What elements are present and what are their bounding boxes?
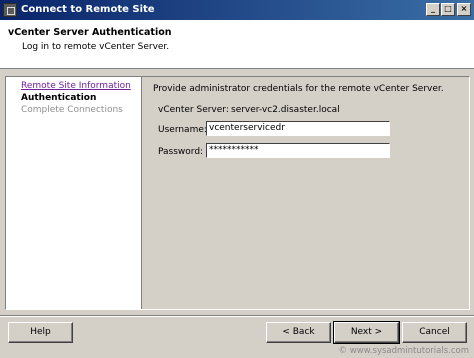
- maximize-button[interactable]: □: [441, 3, 455, 16]
- vcenter-server-label: vCenter Server:: [158, 105, 229, 115]
- instructions-text: Provide administrator credentials for th…: [153, 84, 444, 94]
- button-bar-divider: [0, 315, 474, 317]
- page-subtitle: Log in to remote vCenter Server.: [22, 42, 170, 52]
- password-label: Password:: [158, 147, 204, 157]
- vmware-app-icon: [3, 3, 17, 17]
- username-field[interactable]: vcenterservicedr: [206, 121, 390, 136]
- username-label: Username:: [158, 125, 207, 135]
- minimize-button[interactable]: _: [426, 3, 440, 16]
- watermark: © www.sysadmintutorials.com: [338, 346, 469, 356]
- nav-step-complete-connections: Complete Connections: [21, 105, 123, 115]
- next-button[interactable]: Next >: [333, 321, 400, 344]
- content-frame: Remote Site Information Authentication C…: [5, 76, 470, 310]
- wizard-steps-nav: Remote Site Information Authentication C…: [6, 77, 142, 309]
- back-button[interactable]: < Back: [266, 322, 331, 343]
- password-field[interactable]: ***********: [206, 143, 390, 158]
- cancel-button[interactable]: Cancel: [402, 322, 467, 343]
- vcenter-server-value: server-vc2.disaster.local: [231, 105, 340, 115]
- page-title: vCenter Server Authentication: [8, 27, 172, 38]
- window-title: Connect to Remote Site: [21, 4, 155, 15]
- connect-remote-site-dialog: Connect to Remote Site _ □ × vCenter Ser…: [0, 0, 474, 358]
- title-bar[interactable]: Connect to Remote Site _ □ ×: [0, 0, 474, 20]
- form-area: Provide administrator credentials for th…: [143, 77, 469, 309]
- wizard-header: vCenter Server Authentication Log in to …: [0, 20, 474, 69]
- help-button[interactable]: Help: [8, 322, 73, 343]
- nav-step-remote-site-information[interactable]: Remote Site Information: [21, 81, 131, 91]
- close-button[interactable]: ×: [457, 3, 471, 16]
- nav-step-authentication: Authentication: [21, 93, 97, 103]
